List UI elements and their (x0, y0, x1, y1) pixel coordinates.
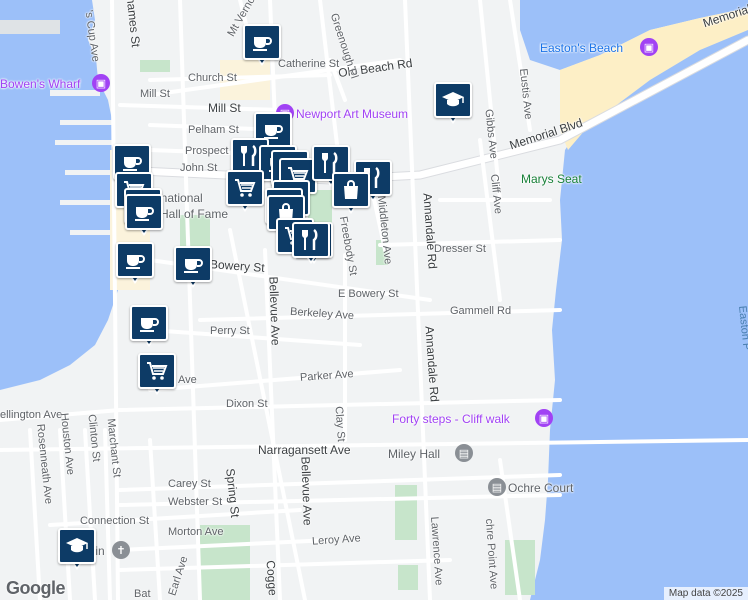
map-marker-coffee[interactable] (174, 246, 212, 290)
street-label: Pelham St (188, 124, 239, 136)
street-label: ellington Ave (0, 409, 63, 421)
map-canvas[interactable]: Mill St Mill St Church St Catherine St O… (0, 0, 748, 600)
coffee-icon (123, 248, 147, 272)
map-marker-school[interactable] (58, 528, 96, 572)
map-attribution: Map data ©2025 (663, 587, 748, 600)
shopping-bag-icon (339, 178, 363, 202)
map-marker-cart[interactable] (226, 170, 264, 214)
map-marker-coffee[interactable] (130, 305, 168, 349)
place-label: Easton's Beach (540, 41, 624, 55)
school-icon (441, 88, 465, 112)
street-label: Webster St (168, 496, 223, 508)
coffee-icon (250, 30, 274, 54)
street-label: Ave (178, 374, 197, 386)
place-label: Forty steps - Cliff walk (392, 412, 510, 426)
street-label: Bellevue Ave (298, 456, 315, 526)
street-label: Dixon St (226, 398, 268, 410)
place-label: Newport Art Museum (296, 107, 409, 121)
fork-knife-icon (299, 228, 323, 252)
street-label: Catherine St (278, 58, 340, 70)
church-icon[interactable]: ✝ (112, 541, 130, 559)
building-icon[interactable]: ▤ (488, 478, 506, 496)
cart-icon (233, 176, 257, 200)
place-label: Bowen's Wharf (0, 77, 81, 91)
map-marker-coffee[interactable] (125, 194, 163, 238)
map-marker-school[interactable] (434, 82, 472, 126)
street-label: Cogge (263, 559, 280, 597)
coffee-icon (120, 150, 144, 174)
camera-icon[interactable]: ▣ (640, 38, 658, 56)
map-marker-fork-knife[interactable] (292, 222, 330, 266)
camera-icon[interactable]: ▣ (535, 409, 553, 427)
street-label: Bellevue Ave (266, 276, 283, 346)
map-marker-coffee[interactable] (243, 24, 281, 68)
street-label: Carey St (168, 478, 211, 490)
map-marker-coffee[interactable] (116, 242, 154, 286)
map-base-layer (0, 0, 748, 600)
street-label: Clay St (332, 405, 347, 443)
street-label: Bowery St (209, 257, 266, 275)
street-label: Mill St (140, 88, 170, 100)
coffee-icon (181, 252, 205, 276)
place-label: Ochre Court (508, 481, 574, 495)
map-marker-cart[interactable] (138, 353, 176, 397)
street-label: John St (180, 162, 218, 174)
coffee-icon (137, 311, 161, 335)
street-label: Prospect (185, 145, 229, 157)
coffee-icon (132, 200, 156, 224)
street-label: Church St (188, 72, 237, 84)
school-icon (65, 534, 89, 558)
street-label: Morton Ave (168, 526, 224, 538)
place-label: Hall of Fame (160, 207, 229, 221)
street-label: Bat (134, 588, 151, 600)
cart-icon (145, 359, 169, 383)
street-label: Mill St (208, 101, 241, 115)
building-icon[interactable]: ▤ (455, 444, 473, 462)
street-label: Perry St (210, 325, 250, 337)
street-label: E Bowery St (338, 288, 399, 300)
place-label: Miley Hall (388, 447, 441, 461)
google-logo: Google (6, 578, 66, 598)
street-label: Connection St (80, 515, 150, 527)
street-label: Dresser St (434, 243, 486, 255)
street-label: Narragansett Ave (258, 443, 351, 457)
place-label: Marys Seat (521, 172, 582, 186)
street-label: Gammell Rd (450, 305, 512, 317)
map-marker-shopping-bag[interactable] (332, 172, 370, 216)
camera-icon[interactable]: ▣ (92, 74, 110, 92)
